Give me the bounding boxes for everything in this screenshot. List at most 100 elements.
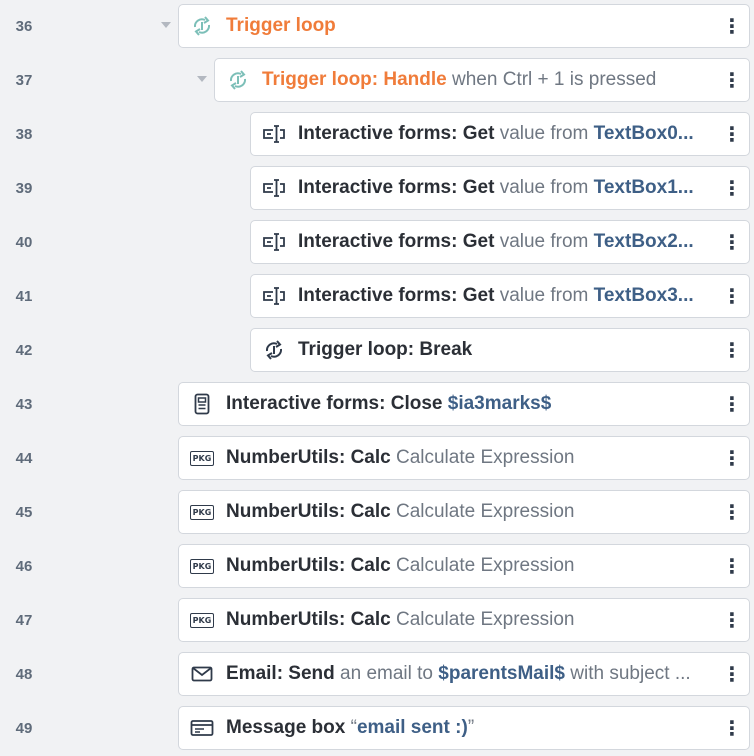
action-card[interactable]: PKG NumberUtils: Calc Calculate Expressio… [178, 598, 750, 642]
more-options-icon[interactable]: ⋮ [715, 59, 749, 101]
variable-token: TextBox0... [593, 123, 694, 144]
more-options-icon[interactable]: ⋮ [715, 221, 749, 263]
action-description: value from [499, 123, 589, 144]
action-title: Trigger loop [226, 15, 336, 36]
action-card[interactable]: Interactive forms: Get value from TextBo… [250, 166, 750, 210]
action-title: Interactive forms: Get [298, 123, 495, 144]
pkg-icon-label: PKG [189, 558, 215, 574]
action-description: Calculate Expression [395, 555, 575, 576]
action-title: Interactive forms: Get [298, 177, 495, 198]
action-text: Message box “email sent :)” [226, 717, 715, 739]
action-title: Interactive forms: Get [298, 285, 495, 306]
more-options-icon[interactable]: ⋮ [715, 437, 749, 479]
action-card[interactable]: Interactive forms: Get value from TextBo… [250, 274, 750, 318]
action-card[interactable]: Interactive forms: Get value from TextBo… [250, 220, 750, 264]
envelope-icon [188, 660, 216, 688]
action-text: Trigger loop [226, 15, 715, 37]
more-options-icon[interactable]: ⋮ [715, 275, 749, 317]
line-number: 42 [15, 342, 33, 359]
action-card[interactable]: Trigger loop ⋮ [178, 4, 750, 48]
action-text: Trigger loop: Break [298, 339, 715, 361]
more-options-icon[interactable]: ⋮ [715, 383, 749, 425]
action-list: 36 Trigger loop ⋮ 37 Trigger loop: Handle … [0, 0, 754, 756]
action-text: Email: Send an email to $parentsMail$ wi… [226, 663, 715, 685]
more-options-icon[interactable]: ⋮ [715, 653, 749, 695]
action-title: NumberUtils: Calc [226, 555, 391, 576]
action-text: NumberUtils: Calc Calculate Expression [226, 501, 715, 523]
pkg-icon: PKG [188, 552, 216, 580]
action-title: Interactive forms: Close [226, 393, 443, 414]
action-text: Interactive forms: Get value from TextBo… [298, 231, 715, 253]
action-text: NumberUtils: Calc Calculate Expression [226, 447, 715, 469]
action-description: an email to [340, 663, 433, 684]
action-description: value from [499, 177, 589, 198]
action-description: value from [499, 285, 589, 306]
action-row: 43 Interactive forms: Close $ia3marks$ ⋮ [0, 378, 754, 432]
more-options-icon[interactable]: ⋮ [715, 491, 749, 533]
action-description: Calculate Expression [395, 501, 575, 522]
message-box-icon [188, 714, 216, 742]
more-options-icon[interactable]: ⋮ [715, 545, 749, 587]
pkg-icon: PKG [188, 606, 216, 634]
action-row: 45 PKG NumberUtils: Calc Calculate Express… [0, 486, 754, 540]
variable-token: email sent :) [356, 717, 468, 738]
variable-token: $parentsMail$ [438, 663, 565, 684]
line-number: 41 [15, 288, 33, 305]
more-options-icon[interactable]: ⋮ [715, 113, 749, 155]
action-card[interactable]: Message box “email sent :)” ⋮ [178, 706, 750, 750]
action-row: 42 Trigger loop: Break ⋮ [0, 324, 754, 378]
pkg-icon: PKG [188, 444, 216, 472]
action-title: NumberUtils: Calc [226, 609, 391, 630]
more-options-icon[interactable]: ⋮ [715, 599, 749, 641]
action-text: NumberUtils: Calc Calculate Expression [226, 555, 715, 577]
action-text: Interactive forms: Get value from TextBo… [298, 177, 715, 199]
more-options-icon[interactable]: ⋮ [715, 5, 749, 47]
line-number: 39 [15, 180, 33, 197]
action-text: Interactive forms: Get value from TextBo… [298, 285, 715, 307]
action-description: Calculate Expression [395, 609, 575, 630]
pkg-icon-label: PKG [189, 504, 215, 520]
action-card[interactable]: PKG NumberUtils: Calc Calculate Expressio… [178, 436, 750, 480]
action-row: 41 Interactive forms: Get value from Tex… [0, 270, 754, 324]
more-options-icon[interactable]: ⋮ [715, 329, 749, 371]
action-description: Calculate Expression [395, 447, 575, 468]
action-card[interactable]: Trigger loop: Break ⋮ [250, 328, 750, 372]
line-number: 44 [15, 450, 33, 467]
line-number: 48 [15, 666, 33, 683]
variable-token: TextBox2... [593, 231, 694, 252]
action-text: Interactive forms: Close $ia3marks$ [226, 393, 715, 415]
action-text: Interactive forms: Get value from TextBo… [298, 123, 715, 145]
action-description: value from [499, 231, 589, 252]
more-options-icon[interactable]: ⋮ [715, 707, 749, 749]
action-row: 38 Interactive forms: Get value from Tex… [0, 108, 754, 162]
collapse-toggle-icon[interactable] [161, 22, 171, 28]
line-number: 49 [15, 720, 33, 737]
form-field-icon [260, 120, 288, 148]
line-number: 45 [15, 504, 33, 521]
action-card[interactable]: Email: Send an email to $parentsMail$ wi… [178, 652, 750, 696]
action-card[interactable]: Trigger loop: Handle when Ctrl + 1 is pr… [214, 58, 750, 102]
action-card[interactable]: Interactive forms: Close $ia3marks$ ⋮ [178, 382, 750, 426]
trigger-loop-icon [188, 12, 216, 40]
action-row: 44 PKG NumberUtils: Calc Calculate Express… [0, 432, 754, 486]
quote-close: ” [467, 717, 475, 738]
line-number: 38 [15, 126, 33, 143]
variable-token: TextBox3... [593, 285, 694, 306]
pkg-icon-label: PKG [189, 450, 215, 466]
action-title: Message box [226, 717, 346, 738]
action-text: Trigger loop: Handle when Ctrl + 1 is pr… [262, 69, 715, 91]
action-row: 48 Email: Send an email to $parentsMail$… [0, 648, 754, 702]
action-card[interactable]: PKG NumberUtils: Calc Calculate Expressio… [178, 544, 750, 588]
line-number: 36 [15, 18, 33, 35]
action-title: NumberUtils: Calc [226, 501, 391, 522]
action-card[interactable]: PKG NumberUtils: Calc Calculate Expressio… [178, 490, 750, 534]
action-row: 37 Trigger loop: Handle when Ctrl + 1 is… [0, 54, 754, 108]
more-options-icon[interactable]: ⋮ [715, 167, 749, 209]
collapse-toggle-icon[interactable] [197, 76, 207, 82]
variable-token: $ia3marks$ [447, 393, 552, 414]
form-field-icon [260, 282, 288, 310]
trigger-loop-icon [224, 66, 252, 94]
action-card[interactable]: Interactive forms: Get value from TextBo… [250, 112, 750, 156]
form-field-icon [260, 174, 288, 202]
action-row: 47 PKG NumberUtils: Calc Calculate Express… [0, 594, 754, 648]
